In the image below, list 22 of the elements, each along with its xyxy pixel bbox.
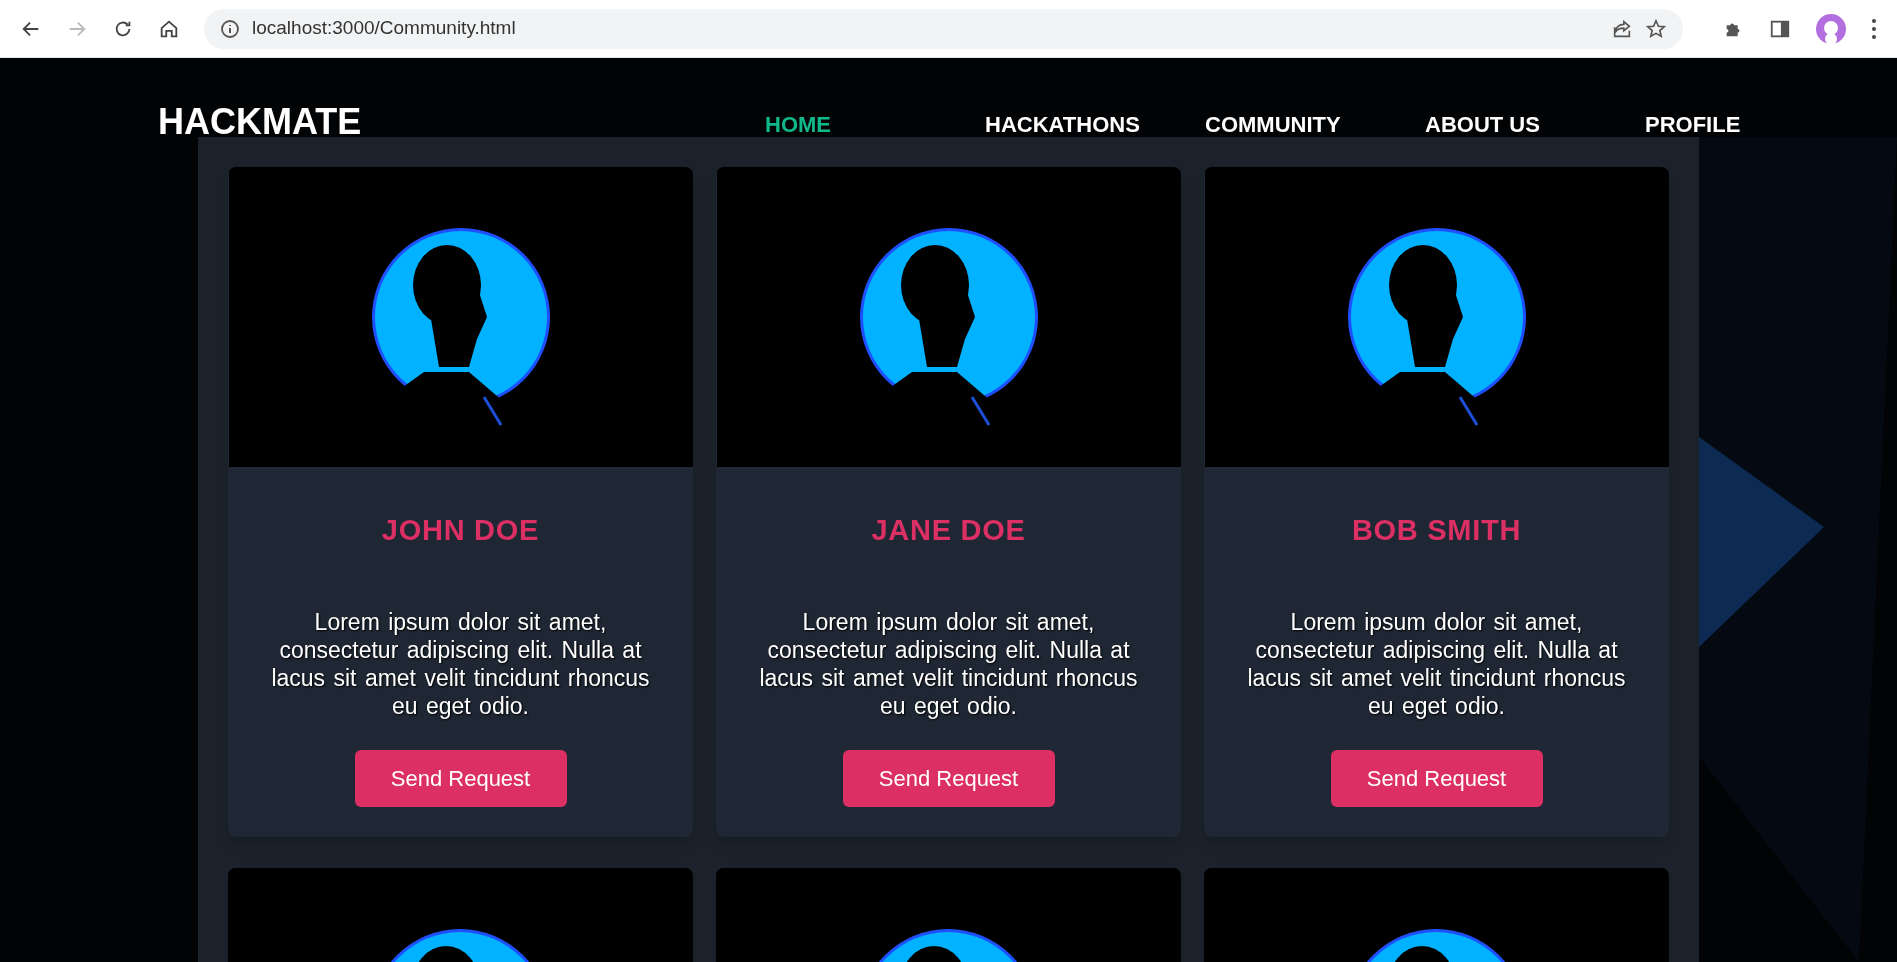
share-icon[interactable] — [1611, 17, 1633, 40]
nav-link[interactable]: PROFILE — [1645, 114, 1805, 136]
member-name: BOB SMITH — [1351, 513, 1522, 548]
avatar-icon[interactable] — [1815, 12, 1847, 45]
member-bio: Lorem ipsum dolor sit amet, consectetur adipiscing elit. Nulla at lacus sit amet velit tincidunt rhoncus eu eget odio. — [1246, 607, 1627, 720]
member-name: JANE DOE — [871, 513, 1026, 548]
nav-link[interactable]: HACKATHONS — [985, 114, 1145, 136]
member-bio: Lorem ipsum dolor sit amet, consectetur adipiscing elit. Nulla at lacus sit amet velit tincidunt rhoncus eu eget odio. — [270, 607, 651, 720]
nav-link[interactable]: COMMUNITY — [1205, 114, 1365, 136]
send-request-button[interactable]: Send Request — [1330, 749, 1543, 807]
address-bar[interactable]: localhost:3000/Community.html — [204, 8, 1683, 49]
menu-icon[interactable] — [1871, 17, 1877, 40]
send-request-button[interactable]: Send Request — [354, 749, 567, 807]
nav-link[interactable]: ABOUT US — [1425, 114, 1585, 136]
member-bio: Lorem ipsum dolor sit amet, consectetur adipiscing elit. Nulla at lacus sit amet velit tincidunt rhoncus eu eget odio. — [758, 607, 1139, 720]
star-icon[interactable] — [1645, 17, 1667, 40]
send-request-button[interactable]: Send Request — [842, 749, 1055, 807]
site-logo[interactable]: HACKMATE — [158, 106, 765, 137]
url-text: localhost:3000/Community.html — [252, 16, 516, 41]
info-icon — [220, 18, 240, 39]
nav-link[interactable]: HOME — [765, 114, 925, 136]
member-name: JOHN DOE — [381, 513, 540, 548]
